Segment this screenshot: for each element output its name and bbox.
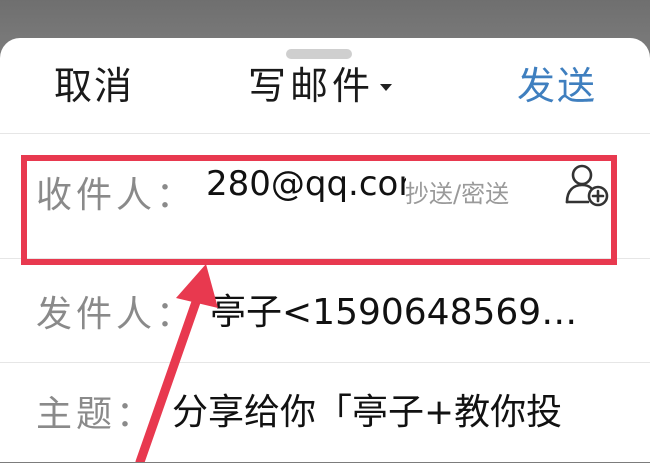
to-label: 收件人：: [36, 175, 197, 216]
to-input[interactable]: 280@qq.com: [206, 164, 406, 204]
page-title: 写邮件: [248, 64, 375, 108]
from-field-row[interactable]: 发件人： 亭子<1590648569@q…: [0, 258, 650, 363]
subject-label: 主题：: [36, 394, 157, 435]
from-label: 发件人：: [36, 294, 197, 335]
send-button[interactable]: 发送: [517, 58, 597, 114]
cc-bcc-button[interactable]: 抄送/密送: [405, 174, 509, 209]
caret-down-icon: [380, 83, 393, 91]
subject-input[interactable]: 分享给你「亭子+教你投: [172, 383, 642, 435]
to-field-row[interactable]: 收件人： 280@qq.com 抄送/密送: [0, 133, 650, 259]
cancel-button[interactable]: 取消: [54, 58, 134, 114]
from-value[interactable]: 亭子<1590648569@q…: [210, 283, 610, 335]
compose-title-dropdown[interactable]: 写邮件: [248, 58, 393, 114]
compose-nav-bar: 取消 写邮件 发送: [0, 58, 650, 114]
add-contact-icon[interactable]: [564, 162, 610, 208]
subject-field-row[interactable]: 主题： 分享给你「亭子+教你投: [0, 362, 650, 463]
